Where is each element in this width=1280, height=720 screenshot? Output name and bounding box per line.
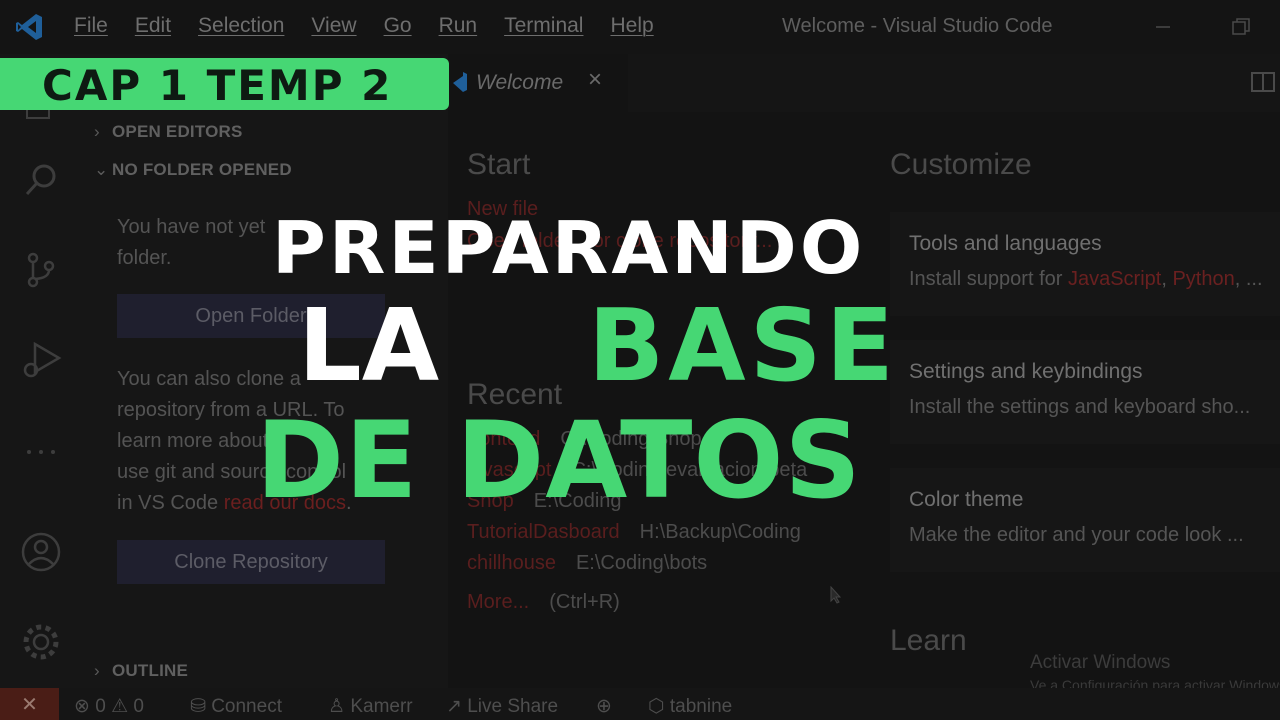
recent-item[interactable]: TutorialDasboard H:\Backup\Coding — [467, 521, 801, 544]
card-desc-text: , — [1161, 268, 1173, 290]
menu-terminal[interactable]: Terminal — [504, 14, 583, 38]
window-title: Welcome - Visual Studio Code — [782, 15, 1053, 37]
connect-label: Connect — [211, 696, 282, 717]
tabnine-label: tabnine — [669, 696, 733, 717]
outline-header[interactable]: › OUTLINE — [94, 661, 188, 681]
menu-edit[interactable]: Edit — [135, 14, 171, 38]
overlay-title-base: BASE — [588, 287, 898, 404]
no-folder-message: You have not yet folder. — [117, 212, 265, 274]
globe-icon: ⊕ — [596, 696, 612, 717]
more-recent[interactable]: More... (Ctrl+R) — [467, 591, 620, 614]
tab-welcome-label: Welcome — [476, 71, 564, 94]
recent-item[interactable]: chillhouse E:\Coding\bots — [467, 552, 707, 575]
card-description: Install the settings and keyboard sho... — [909, 396, 1251, 418]
menu-run[interactable]: Run — [439, 14, 478, 38]
vscode-logo-icon — [16, 14, 42, 40]
globe-status[interactable]: ⊕ — [596, 695, 612, 718]
user-status[interactable]: ♙ Kamerr — [328, 695, 413, 718]
vscode-tab-icon — [453, 72, 467, 92]
color-theme-card[interactable]: Color theme Make the editor and your cod… — [890, 468, 1280, 572]
error-icon: ⊗ — [74, 696, 90, 717]
tabnine-icon: ⬡ — [648, 696, 665, 717]
settings-keybindings-card[interactable]: Settings and keybindings Install the set… — [890, 340, 1280, 444]
warning-count: 0 — [133, 696, 144, 717]
no-folder-header[interactable]: ⌄ NO FOLDER OPENED — [94, 160, 292, 180]
outline-label: OUTLINE — [112, 661, 189, 680]
overlay-title-line-3: DE DATOS — [256, 399, 862, 522]
settings-gear-icon[interactable] — [19, 620, 63, 664]
menu-help[interactable]: Help — [610, 14, 653, 38]
open-editors-label: OPEN EDITORS — [112, 122, 243, 141]
menu-file[interactable]: File — [74, 14, 108, 38]
remote-indicator[interactable]: ✕ — [0, 688, 59, 720]
card-desc-text: , ... — [1234, 268, 1263, 290]
status-bar: ✕ ⊗ 0 ⚠ 0 ⛁ Connect ♙ Kamerr ↗ Live Shar… — [0, 688, 1280, 720]
card-title: Color theme — [909, 488, 1024, 511]
recent-path: E:\Coding\bots — [575, 552, 708, 574]
more-icon[interactable] — [19, 430, 63, 474]
account-icon[interactable] — [19, 530, 63, 574]
title-bar: File Edit Selection View Go Run Terminal… — [0, 0, 1280, 54]
more-shortcut: (Ctrl+R) — [549, 591, 620, 613]
recent-name[interactable]: TutorialDasboard — [467, 521, 620, 543]
start-heading: Start — [467, 148, 531, 181]
activation-watermark-title: Activar Windows — [1030, 652, 1171, 673]
episode-banner-label: CAP 1 TEMP 2 — [42, 61, 393, 110]
menu-selection[interactable]: Selection — [198, 14, 284, 38]
no-folder-msg-line: folder. — [117, 247, 172, 269]
person-icon: ♙ — [328, 696, 346, 717]
clone-repository-button[interactable]: Clone Repository — [117, 540, 385, 584]
chevron-down-icon: ⌄ — [94, 160, 109, 179]
more-link[interactable]: More... — [467, 591, 529, 613]
card-title: Tools and languages — [909, 232, 1102, 255]
minimize-icon[interactable] — [1148, 12, 1178, 42]
run-debug-icon[interactable] — [19, 338, 63, 382]
tab-welcome[interactable]: Welcome × — [448, 54, 628, 112]
overlay-title-la: LA — [298, 287, 440, 404]
recent-name[interactable]: chillhouse — [467, 552, 556, 574]
mouse-cursor-icon — [830, 586, 842, 604]
open-editors-header[interactable]: › OPEN EDITORS — [94, 122, 243, 142]
activity-bar — [0, 54, 84, 688]
split-editor-icon[interactable] — [1250, 70, 1276, 94]
menu-bar: File Edit Selection View Go Run Terminal… — [74, 14, 681, 38]
restore-icon[interactable] — [1226, 12, 1256, 42]
python-link[interactable]: Python — [1172, 268, 1234, 290]
error-count: 0 — [95, 696, 106, 717]
learn-heading: Learn — [890, 624, 967, 657]
tabnine-status[interactable]: ⬡ tabnine — [648, 695, 732, 718]
card-description: Install support for JavaScript, Python, … — [909, 268, 1263, 291]
menu-go[interactable]: Go — [384, 14, 412, 38]
close-icon[interactable]: × — [588, 66, 602, 94]
card-title: Settings and keybindings — [909, 360, 1143, 383]
episode-banner: CAP 1 TEMP 2 — [0, 58, 449, 110]
live-share-icon: ↗ — [446, 696, 462, 717]
problems-indicator[interactable]: ⊗ 0 ⚠ 0 — [74, 695, 144, 718]
overlay-title-line-1: PREPARANDO — [272, 206, 866, 290]
clone-msg-text: in VS Code — [117, 492, 219, 514]
chevron-right-icon: › — [94, 661, 100, 680]
javascript-link[interactable]: JavaScript — [1068, 268, 1161, 290]
no-folder-msg-line: You have not yet — [117, 216, 266, 238]
card-desc-text: Install support for — [909, 268, 1068, 290]
warning-icon: ⚠ — [111, 696, 129, 717]
editor-tab-bar: Welcome × — [448, 54, 1280, 112]
user-label: Kamerr — [350, 696, 413, 717]
source-control-icon[interactable] — [19, 248, 63, 292]
card-description: Make the editor and your code look ... — [909, 524, 1244, 546]
recent-path: H:\Backup\Coding — [639, 521, 801, 543]
connect-status[interactable]: ⛁ Connect — [190, 695, 282, 718]
search-icon[interactable] — [19, 158, 63, 202]
tools-languages-card[interactable]: Tools and languages Install support for … — [890, 212, 1280, 316]
customize-heading: Customize — [890, 148, 1032, 181]
database-icon: ⛁ — [190, 696, 206, 717]
live-share-status[interactable]: ↗ Live Share — [446, 695, 558, 718]
menu-view[interactable]: View — [311, 14, 356, 38]
no-folder-label: NO FOLDER OPENED — [112, 160, 292, 179]
live-share-label: Live Share — [467, 696, 559, 717]
chevron-right-icon: › — [94, 122, 100, 141]
remote-icon: ✕ — [21, 693, 38, 716]
